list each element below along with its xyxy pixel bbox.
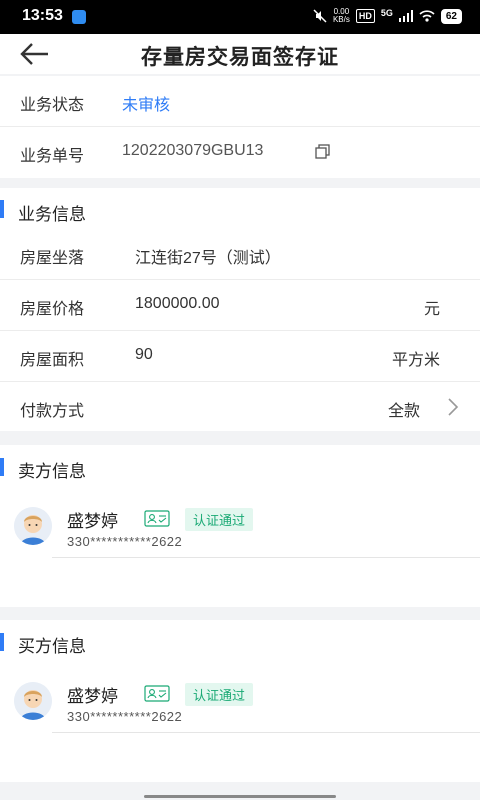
seller-name: 盛梦婷	[67, 512, 118, 531]
seller-person[interactable]: 盛梦婷 认证通过 330***********2622	[0, 489, 480, 559]
business-order-label: 业务单号	[20, 148, 85, 165]
hd-badge: HD	[355, 9, 375, 23]
seller-info-header: 卖方信息	[0, 445, 480, 489]
mute-icon	[313, 9, 327, 23]
page-title: 存量房交易面签存证	[141, 46, 339, 69]
copy-icon[interactable]	[315, 144, 331, 160]
buyer-info-header: 买方信息	[0, 620, 480, 664]
seller-cert-badge: 认证通过	[185, 508, 254, 531]
network-type: 5G	[380, 8, 393, 18]
wifi-icon	[419, 10, 435, 22]
business-info-title: 业务信息	[18, 205, 86, 224]
house-location-row: 房屋坐落 江连街27号（测试）	[0, 229, 480, 280]
business-info-header: 业务信息	[0, 188, 480, 232]
house-price-label: 房屋价格	[20, 301, 85, 318]
status-time: 13:53	[22, 7, 63, 24]
id-card-icon	[144, 685, 170, 702]
chevron-right-icon[interactable]	[446, 397, 460, 417]
business-info-card: 房屋坐落 江连街27号（测试） 房屋价格 1800000.00 元 房屋面积 9…	[0, 229, 480, 431]
house-area-unit: 平方米	[391, 352, 440, 369]
signal-icon	[398, 10, 413, 22]
payment-method-row[interactable]: 付款方式 全款	[0, 382, 480, 432]
nav-bar: 存量房交易面签存证	[0, 34, 480, 74]
seller-info-title: 卖方信息	[18, 462, 86, 481]
house-price-row: 房屋价格 1800000.00 元	[0, 280, 480, 331]
avatar	[14, 682, 52, 720]
business-status-row: 业务状态 未审核	[0, 76, 480, 127]
seller-card: 盛梦婷 认证通过 330***********2622	[0, 489, 480, 607]
business-order-row: 业务单号 1202203079GBU13	[0, 127, 480, 177]
buyer-cert-badge: 认证通过	[185, 683, 254, 706]
house-location-value: 江连街27号（测试）	[135, 250, 281, 267]
buyer-person[interactable]: 盛梦婷 认证通过 330***********2622	[0, 664, 480, 734]
net-speed: 0.00 KB/s	[332, 7, 350, 24]
battery-icon: 62	[440, 8, 462, 24]
id-card-icon	[144, 510, 170, 527]
app-notification-icon	[72, 10, 86, 24]
buyer-name: 盛梦婷	[67, 687, 118, 706]
seller-id-number: 330***********2622	[67, 534, 183, 549]
business-status-label: 业务状态	[20, 97, 85, 114]
house-price-value: 1800000.00	[135, 295, 220, 312]
house-area-value: 90	[135, 346, 153, 363]
status-bar: 13:53 0.00 KB/s HD 5G 62	[0, 0, 480, 34]
business-summary-card: 业务状态 未审核 业务单号 1202203079GBU13	[0, 76, 480, 178]
avatar	[14, 507, 52, 545]
house-location-label: 房屋坐落	[20, 250, 85, 267]
house-area-row: 房屋面积 90 平方米	[0, 331, 480, 382]
divider	[52, 732, 480, 733]
buyer-id-number: 330***********2622	[67, 709, 183, 724]
payment-method-value: 全款	[387, 403, 420, 420]
home-indicator[interactable]	[144, 795, 336, 798]
section-accent-bar	[0, 458, 4, 476]
buyer-card: 盛梦婷 认证通过 330***********2622	[0, 664, 480, 782]
house-area-label: 房屋面积	[20, 352, 85, 369]
business-order-value: 1202203079GBU13	[122, 142, 264, 159]
buyer-info-title: 买方信息	[18, 637, 86, 656]
house-price-unit: 元	[423, 301, 440, 318]
divider	[52, 557, 480, 558]
business-status-value: 未审核	[122, 97, 171, 114]
section-accent-bar	[0, 200, 4, 218]
section-accent-bar	[0, 633, 4, 651]
status-icons: 0.00 KB/s HD 5G 62	[313, 8, 462, 24]
payment-method-label: 付款方式	[20, 403, 85, 420]
